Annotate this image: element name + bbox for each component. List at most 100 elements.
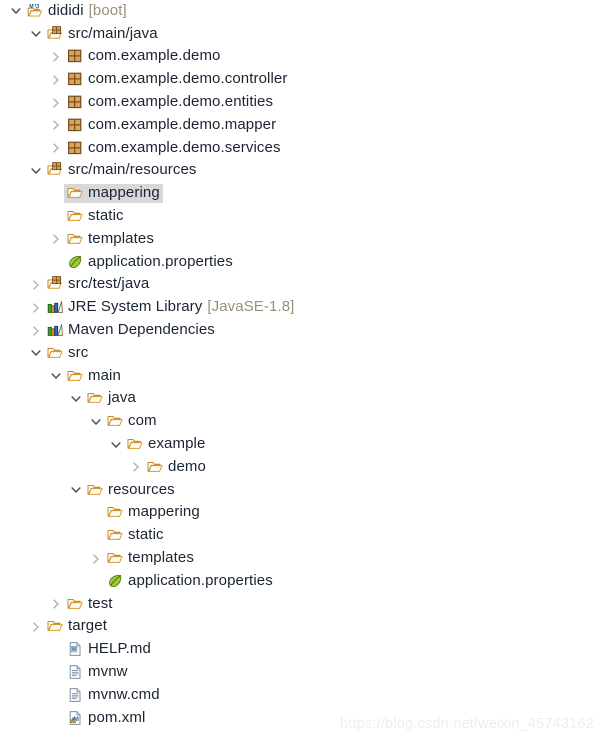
- chevron-right-icon[interactable]: [48, 231, 64, 247]
- tree-row[interactable]: mappering: [0, 182, 602, 205]
- tree-row[interactable]: demo: [0, 456, 602, 479]
- tree-item[interactable]: src/main/resources: [44, 161, 200, 180]
- tree-item[interactable]: mappering: [64, 184, 163, 204]
- tree-item[interactable]: mvnw: [64, 663, 131, 682]
- tree-item[interactable]: java: [84, 389, 139, 408]
- tree-row[interactable]: com.example.demo.mapper: [0, 114, 602, 137]
- tree-row[interactable]: target: [0, 616, 602, 639]
- tree-row[interactable]: static: [0, 524, 602, 547]
- tree-item[interactable]: JRE System Library [JavaSE-1.8]: [44, 298, 297, 317]
- tree-row[interactable]: templates: [0, 547, 602, 570]
- tree-row[interactable]: M Jdididi [boot]: [0, 0, 602, 23]
- tree-row[interactable]: com: [0, 410, 602, 433]
- twisty-placeholder: [88, 528, 104, 544]
- tree-item[interactable]: mappering: [104, 503, 203, 522]
- tree-item[interactable]: example: [124, 435, 208, 454]
- tree-item[interactable]: com.example.demo.mapper: [64, 116, 279, 135]
- chevron-right-icon[interactable]: [28, 323, 44, 339]
- tree-item[interactable]: test: [64, 595, 116, 614]
- project-tree[interactable]: M Jdididi [boot] src/main/java com.example.d…: [0, 0, 602, 730]
- chevron-down-icon[interactable]: [28, 345, 44, 361]
- tree-item[interactable]: application.properties: [104, 572, 276, 591]
- tree-item[interactable]: templates: [64, 230, 157, 249]
- tree-item-label: src/main/java: [68, 24, 158, 42]
- chevron-right-icon[interactable]: [28, 300, 44, 316]
- tree-row[interactable]: src/test/java: [0, 274, 602, 297]
- chevron-right-icon[interactable]: [48, 72, 64, 88]
- twisty-placeholder: [48, 710, 64, 726]
- tree-item[interactable]: demo: [144, 458, 209, 477]
- tree-item[interactable]: src/test/java: [44, 275, 152, 294]
- tree-row[interactable]: src: [0, 342, 602, 365]
- chevron-right-icon[interactable]: [26, 734, 42, 740]
- tree-item[interactable]: src: [44, 344, 91, 363]
- chevron-right-icon[interactable]: [48, 140, 64, 156]
- tree-item[interactable]: mvnw.cmd: [64, 686, 163, 705]
- tree-item[interactable]: src/main/java: [44, 25, 161, 44]
- source-folder-icon: [46, 276, 64, 292]
- chevron-right-icon[interactable]: [88, 551, 104, 567]
- tree-item[interactable]: application.properties: [64, 253, 236, 272]
- tree-row[interactable]: templates: [0, 228, 602, 251]
- tree-row[interactable]: src/main/resources: [0, 160, 602, 183]
- tree-row[interactable]: mvnw: [0, 661, 602, 684]
- chevron-down-icon[interactable]: [48, 368, 64, 384]
- tree-item[interactable]: resources: [84, 481, 178, 500]
- maven-pom-file-icon: M: [66, 710, 84, 726]
- tree-item[interactable]: target: [44, 617, 110, 636]
- tree-item[interactable]: static: [64, 207, 127, 226]
- tree-row[interactable]: JRE System Library [JavaSE-1.8]: [0, 296, 602, 319]
- twisty-placeholder: [48, 665, 64, 681]
- tree-item[interactable]: static: [104, 526, 167, 545]
- chevron-down-icon[interactable]: [28, 163, 44, 179]
- tree-item-label: src/main/resources: [68, 161, 197, 179]
- tree-row[interactable]: test: [0, 593, 602, 616]
- tree-row[interactable]: application.properties: [0, 570, 602, 593]
- chevron-down-icon[interactable]: [88, 414, 104, 430]
- tree-item[interactable]: Mpom.xml: [64, 709, 148, 728]
- tree-row[interactable]: com.example.demo.controller: [0, 68, 602, 91]
- tree-item[interactable]: templates: [104, 549, 197, 568]
- spring-leaf-icon: [106, 573, 124, 589]
- chevron-right-icon[interactable]: [28, 277, 44, 293]
- tree-item-label: mvnw: [88, 663, 128, 680]
- tree-row[interactable]: static: [0, 205, 602, 228]
- chevron-down-icon[interactable]: [8, 3, 24, 19]
- tree-item-label: application.properties: [128, 571, 273, 589]
- tree-item[interactable]: com.example.demo.services: [64, 139, 284, 158]
- tree-row[interactable]: com.example.demo.entities: [0, 91, 602, 114]
- chevron-down-icon[interactable]: [68, 391, 84, 407]
- tree-row[interactable]: java: [0, 388, 602, 411]
- tree-row[interactable]: mappering: [0, 502, 602, 525]
- tree-item[interactable]: M Jdididi [boot]: [24, 2, 130, 21]
- tree-row[interactable]: mvnw.cmd: [0, 684, 602, 707]
- tree-item[interactable]: com.example.demo: [64, 47, 224, 66]
- tree-row[interactable]: com.example.demo.services: [0, 137, 602, 160]
- twisty-placeholder: [48, 687, 64, 703]
- tree-row[interactable]: main: [0, 365, 602, 388]
- chevron-right-icon[interactable]: [128, 459, 144, 475]
- tree-item[interactable]: com: [104, 412, 160, 431]
- tree-row[interactable]: W HELP.md: [0, 638, 602, 661]
- tree-item[interactable]: com.example.demo.controller: [64, 70, 290, 89]
- tree-item[interactable]: W HELP.md: [64, 640, 154, 659]
- svg-text:W: W: [72, 647, 77, 653]
- tree-item-label: target: [68, 617, 107, 635]
- tree-item[interactable]: main: [64, 367, 124, 386]
- chevron-right-icon[interactable]: [48, 117, 64, 133]
- tree-row[interactable]: com.example.demo: [0, 46, 602, 69]
- tree-item[interactable]: Maven Dependencies: [44, 321, 218, 340]
- chevron-right-icon[interactable]: [48, 596, 64, 612]
- chevron-right-icon[interactable]: [48, 95, 64, 111]
- tree-item[interactable]: com.example.demo.entities: [64, 93, 276, 112]
- tree-row[interactable]: example: [0, 433, 602, 456]
- tree-row[interactable]: application.properties: [0, 251, 602, 274]
- chevron-down-icon[interactable]: [68, 482, 84, 498]
- tree-row[interactable]: src/main/java: [0, 23, 602, 46]
- chevron-down-icon[interactable]: [108, 437, 124, 453]
- tree-row[interactable]: Maven Dependencies: [0, 319, 602, 342]
- tree-row[interactable]: resources: [0, 479, 602, 502]
- chevron-down-icon[interactable]: [28, 26, 44, 42]
- chevron-right-icon[interactable]: [48, 49, 64, 65]
- chevron-right-icon[interactable]: [28, 619, 44, 635]
